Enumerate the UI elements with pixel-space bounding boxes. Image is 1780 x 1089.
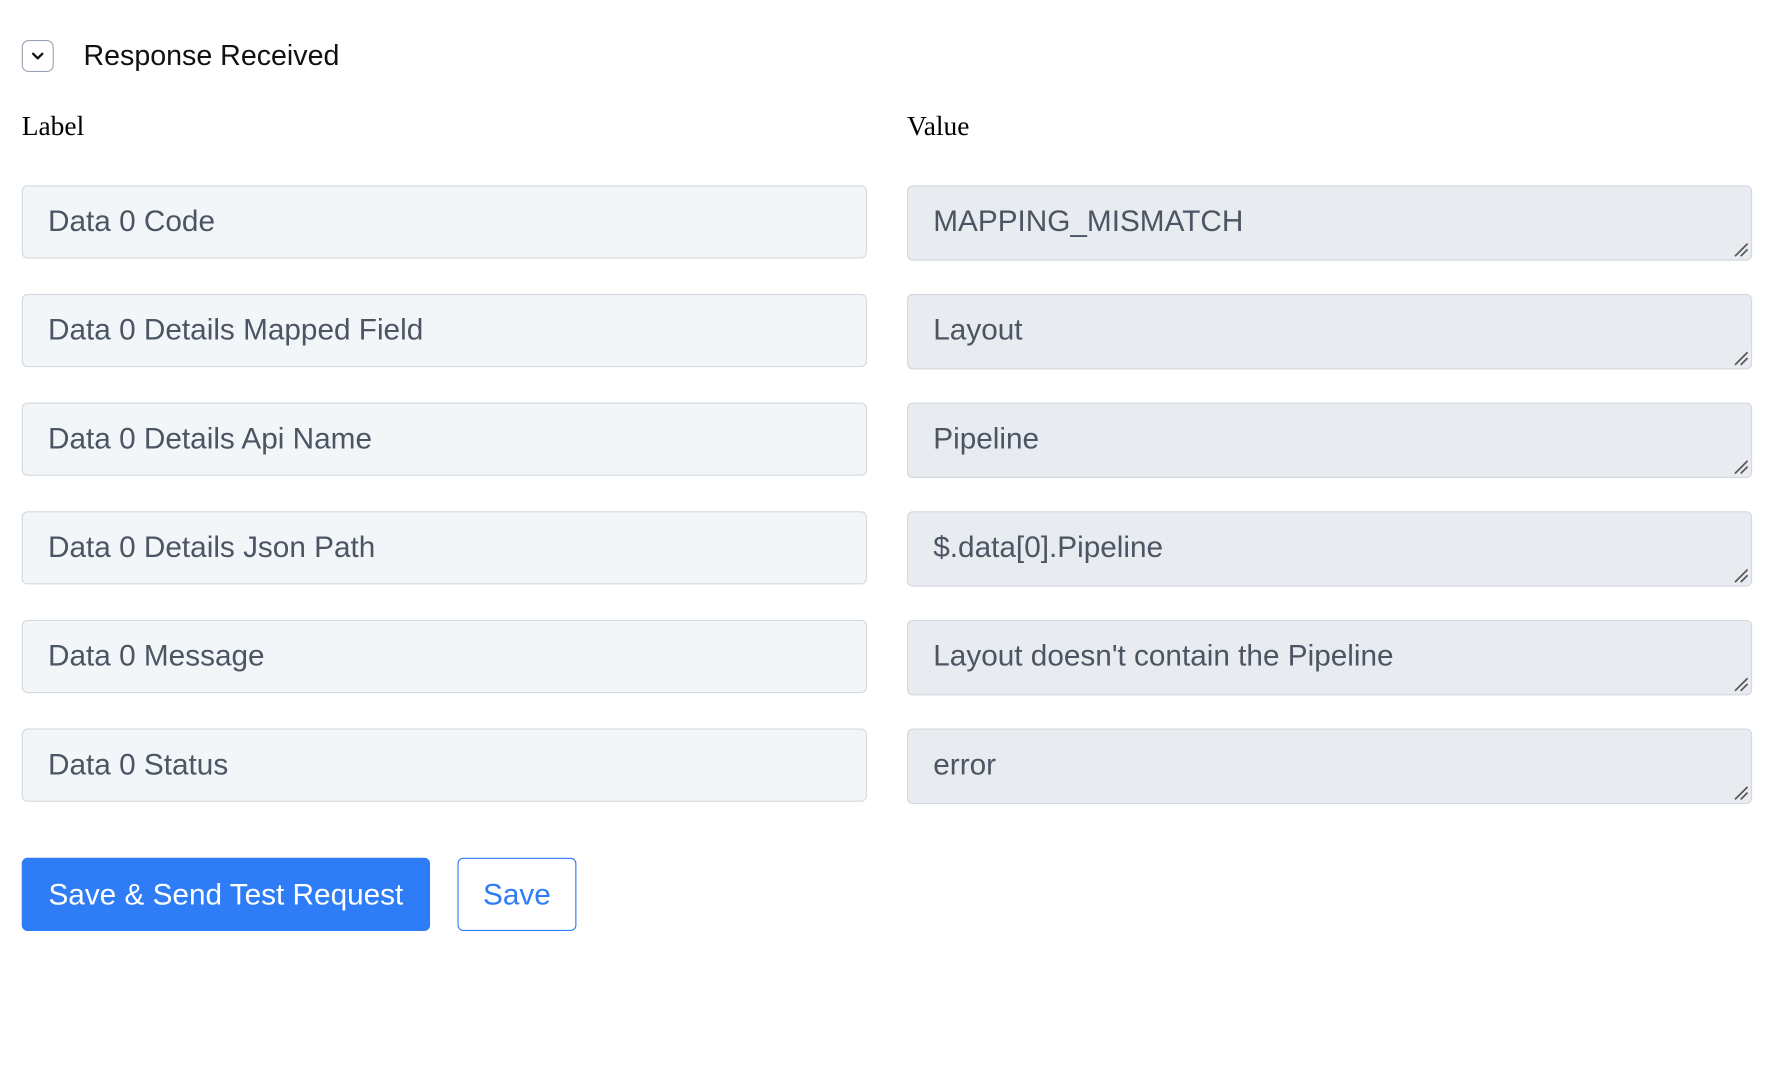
resize-handle-icon[interactable] bbox=[1733, 785, 1749, 801]
action-buttons: Save & Send Test Request Save bbox=[21, 857, 577, 931]
resize-handle-icon[interactable] bbox=[1733, 241, 1749, 257]
value-text: MAPPING_MISMATCH bbox=[933, 203, 1244, 238]
save-and-send-test-request-button[interactable]: Save & Send Test Request bbox=[21, 857, 431, 931]
resize-handle-icon[interactable] bbox=[1733, 567, 1749, 583]
label-column-header: Label bbox=[21, 112, 85, 142]
response-header: Response Received bbox=[21, 38, 340, 75]
label-field[interactable]: Data 0 Status bbox=[21, 728, 867, 802]
value-text: Layout bbox=[933, 312, 1023, 347]
field-row: Data 0 Message Layout doesn't contain th… bbox=[21, 619, 1753, 696]
value-text: Layout doesn't contain the Pipeline bbox=[933, 638, 1394, 673]
value-field[interactable]: error bbox=[906, 728, 1753, 805]
value-text: Pipeline bbox=[933, 420, 1040, 456]
field-row: Data 0 Details Api Name Pipeline bbox=[21, 402, 1753, 479]
value-field[interactable]: Layout doesn't contain the Pipeline bbox=[906, 619, 1753, 696]
field-row: Data 0 Code MAPPING_MISMATCH bbox=[21, 185, 1753, 261]
label-field[interactable]: Data 0 Details Json Path bbox=[21, 511, 867, 585]
value-column-header: Value bbox=[906, 112, 970, 142]
value-field[interactable]: Layout bbox=[906, 293, 1753, 370]
label-field[interactable]: Data 0 Code bbox=[21, 185, 867, 259]
save-button[interactable]: Save bbox=[457, 857, 577, 931]
value-field[interactable]: MAPPING_MISMATCH bbox=[906, 185, 1753, 261]
field-row: Data 0 Details Mapped Field Layout bbox=[21, 293, 1753, 370]
collapse-toggle-button[interactable] bbox=[21, 40, 54, 73]
label-field[interactable]: Data 0 Message bbox=[21, 619, 867, 694]
field-row: Data 0 Details Json Path $.data[0].Pipel… bbox=[21, 511, 1753, 587]
response-panel: Response Received Label Value Data 0 Cod… bbox=[0, 0, 1780, 1089]
value-field[interactable]: Pipeline bbox=[906, 402, 1753, 479]
value-field[interactable]: $.data[0].Pipeline bbox=[906, 511, 1753, 587]
resize-handle-icon[interactable] bbox=[1733, 350, 1749, 366]
resize-handle-icon[interactable] bbox=[1733, 676, 1749, 692]
value-text: error bbox=[933, 746, 997, 782]
section-title: Response Received bbox=[83, 39, 340, 72]
label-field[interactable]: Data 0 Details Api Name bbox=[21, 402, 867, 476]
resize-handle-icon[interactable] bbox=[1733, 459, 1749, 475]
label-field[interactable]: Data 0 Details Mapped Field bbox=[21, 293, 867, 368]
value-text: $.data[0].Pipeline bbox=[933, 529, 1164, 564]
field-row: Data 0 Status error bbox=[21, 728, 1753, 805]
chevron-down-icon bbox=[32, 52, 44, 60]
